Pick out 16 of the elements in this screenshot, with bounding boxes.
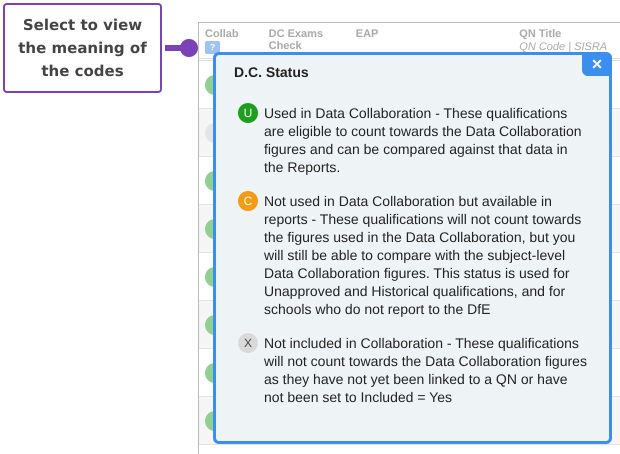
status-badge: C — [238, 191, 258, 211]
column-header: QN Title — [519, 28, 562, 40]
status-description: Used in Data Collaboration - These qualifications are eligible to count towards the Data Collaboration figures and can be compared against that data in the Reports. — [264, 104, 583, 176]
help-button[interactable]: ? — [205, 41, 220, 54]
status-badge: U — [238, 103, 258, 123]
status-badge: X — [238, 333, 258, 353]
column-header: DC Exams Check — [268, 28, 324, 52]
popup-title: D.C. Status — [234, 64, 310, 80]
column-header: EAP — [356, 28, 378, 40]
connector-line — [165, 38, 199, 58]
status-description: Not used in Data Collaboration but available in reports - These qualifications will not count towards the figures used in the Data Collaboration, but you will still be able to compare with the subject-level Data Collaboration figures. This status is used for Unapproved and Historical qualifications, and for schools who do not report to the DfE — [264, 192, 582, 318]
close-button[interactable]: × — [582, 52, 612, 76]
callout-text: Select to view the meaning of the codes — [3, 3, 162, 93]
column-header: Collab — [205, 28, 239, 40]
status-description: Not included in Collaboration - These qualifications will not count towards the Data Collaboration figures as they have not yet been linked to a QN or have not been set to Included = Yes — [264, 334, 588, 406]
column-subheader: QN Code | SISRA — [519, 41, 608, 53]
